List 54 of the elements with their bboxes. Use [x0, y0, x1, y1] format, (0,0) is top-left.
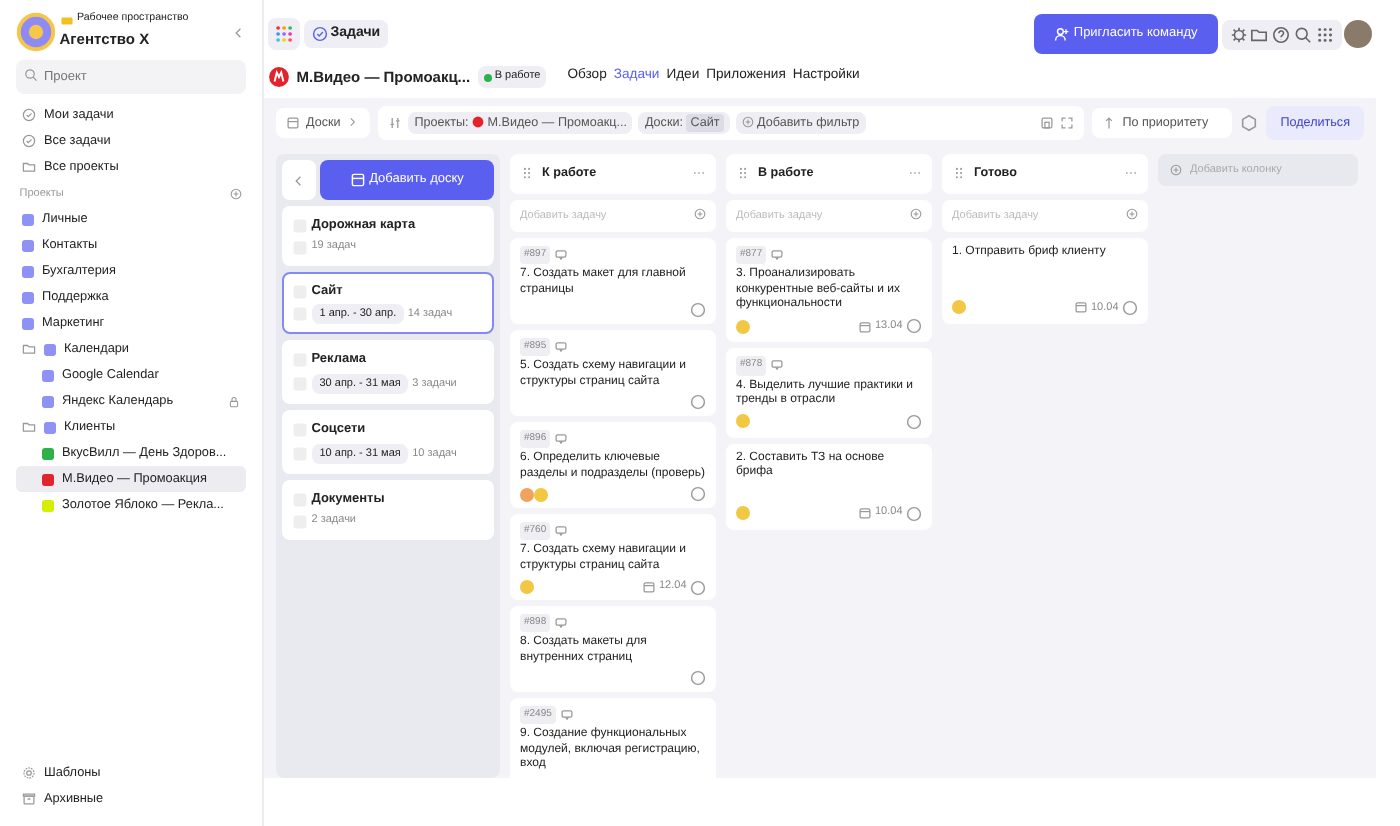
add-icon [1126, 207, 1138, 220]
check-circle-icon [22, 133, 36, 148]
add-icon [910, 207, 922, 220]
complete-circle-icon[interactable] [690, 394, 706, 411]
chevron-left-icon [292, 173, 306, 188]
settings-icon[interactable] [1240, 113, 1259, 132]
complete-circle-icon[interactable] [906, 318, 922, 334]
add-icon [694, 207, 706, 220]
expand-icon[interactable] [1060, 115, 1075, 130]
logo-icon [472, 116, 485, 129]
complete-circle-icon[interactable] [690, 302, 706, 319]
comment-icon [553, 616, 568, 631]
comment-icon [553, 524, 568, 539]
add-person-icon [1054, 26, 1071, 42]
folder-icon [22, 159, 36, 174]
drag-handle-icon[interactable] [520, 166, 534, 181]
check-circle-icon [311, 26, 327, 42]
flower-logo-icon [16, 12, 56, 52]
avatar-icon[interactable] [1344, 20, 1373, 48]
apps-grid-icon[interactable] [1315, 25, 1333, 43]
archive-box-icon [22, 792, 36, 806]
chevron-right-icon [346, 116, 359, 129]
add-icon [1170, 164, 1182, 177]
complete-circle-icon[interactable] [690, 670, 706, 687]
comment-icon [769, 358, 784, 373]
save-icon[interactable] [1040, 115, 1055, 130]
apps-grid-icon [273, 24, 294, 44]
comment-icon [553, 432, 568, 447]
collapse-icon[interactable] [232, 25, 246, 39]
comment-icon [553, 340, 568, 355]
complete-circle-icon[interactable] [906, 413, 922, 430]
complete-circle-icon[interactable] [690, 486, 706, 503]
search-icon[interactable] [1293, 25, 1312, 43]
comment-icon [769, 248, 784, 263]
search-icon [24, 67, 38, 81]
workspace-icon [59, 13, 74, 28]
help-icon[interactable] [1272, 25, 1290, 43]
complete-circle-icon[interactable] [690, 579, 706, 595]
comment-icon [553, 248, 568, 263]
add-icon[interactable] [230, 188, 243, 201]
complete-circle-icon[interactable] [1122, 299, 1138, 316]
logo-icon [267, 66, 290, 88]
check-circle-icon [22, 107, 36, 122]
add-icon [741, 116, 754, 129]
comment-icon [559, 708, 574, 723]
folder-icon[interactable] [1250, 25, 1269, 43]
folder-icon [22, 342, 36, 357]
filter-sliders-icon[interactable] [388, 115, 403, 130]
apps-button[interactable] [267, 18, 300, 50]
drag-handle-icon[interactable] [952, 166, 966, 181]
drag-handle-icon[interactable] [736, 166, 750, 181]
folder-icon [22, 420, 36, 435]
complete-circle-icon[interactable] [906, 505, 922, 521]
arrow-up-icon [1102, 115, 1117, 130]
